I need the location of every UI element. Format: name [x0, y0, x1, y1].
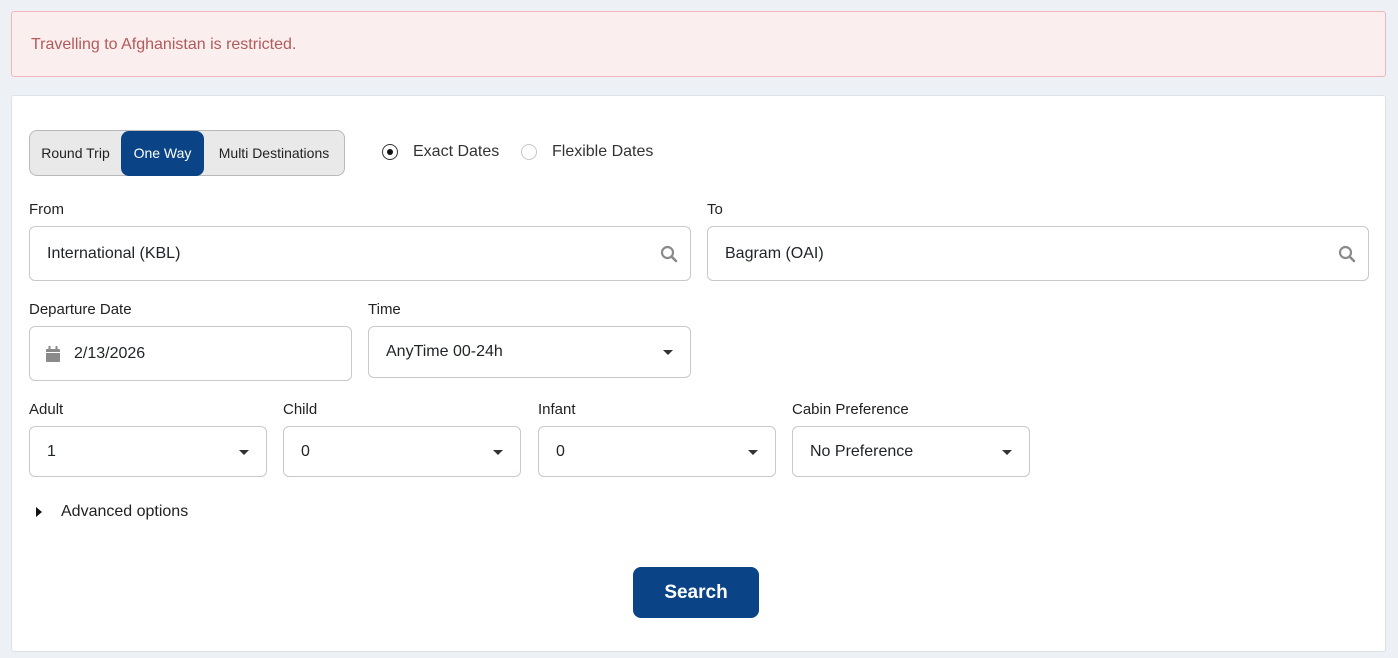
child-value: 0: [301, 442, 310, 460]
departure-date-field[interactable]: 2/13/2026: [29, 326, 352, 381]
to-value: Bagram (OAI): [725, 244, 824, 262]
departure-date-label: Departure Date: [29, 301, 132, 318]
one-way-option[interactable]: One Way: [121, 130, 204, 176]
chevron-down-icon: [239, 449, 249, 455]
search-button[interactable]: Search: [633, 567, 759, 618]
advanced-options-label: Advanced options: [61, 503, 189, 520]
adult-select[interactable]: 1: [29, 426, 267, 477]
calendar-icon: [46, 346, 60, 362]
round-trip-option[interactable]: Round Trip: [30, 131, 121, 175]
from-value: International (KBL): [47, 244, 181, 262]
from-label: From: [29, 201, 64, 218]
to-label: To: [707, 201, 723, 218]
multi-destinations-option[interactable]: Multi Destinations: [204, 131, 344, 175]
cabin-preference-value: No Preference: [810, 442, 914, 460]
child-select[interactable]: 0: [283, 426, 521, 477]
adult-label: Adult: [29, 401, 64, 418]
restriction-alert: Travelling to Afghanistan is restricted.: [11, 11, 1386, 77]
cabin-preference-select[interactable]: No Preference: [792, 426, 1030, 477]
chevron-down-icon: [748, 449, 758, 455]
infant-label: Infant: [538, 401, 576, 418]
exact-dates-radio-dot[interactable]: [382, 144, 398, 160]
child-label: Child: [283, 401, 318, 418]
advanced-options-toggle[interactable]: Advanced options: [33, 503, 188, 521]
alert-message: Travelling to Afghanistan is restricted.: [31, 36, 297, 53]
caret-right-icon: [36, 507, 42, 517]
chevron-down-icon: [663, 350, 673, 355]
infant-value: 0: [556, 442, 565, 460]
search-icon: [660, 245, 678, 263]
exact-dates-label: Exact Dates: [413, 143, 500, 160]
adult-value: 1: [47, 442, 56, 460]
exact-dates-radio[interactable]: Exact Dates: [382, 143, 499, 161]
trip-type-toggle: Round Trip One Way Multi Destinations: [29, 130, 345, 176]
time-value: AnyTime 00-24h: [386, 343, 503, 360]
flight-search-form: Round Trip One Way Multi Destinations Ex…: [11, 95, 1386, 652]
flexible-dates-radio[interactable]: Flexible Dates: [521, 143, 653, 161]
cabin-preference-label: Cabin Preference: [792, 401, 909, 418]
from-field[interactable]: International (KBL): [29, 226, 691, 281]
chevron-down-icon: [1002, 449, 1012, 455]
search-icon: [1338, 245, 1356, 263]
infant-select[interactable]: 0: [538, 426, 776, 477]
flexible-dates-radio-dot[interactable]: [521, 144, 537, 160]
flexible-dates-label: Flexible Dates: [552, 143, 654, 160]
time-select[interactable]: AnyTime 00-24h: [368, 326, 691, 378]
chevron-down-icon: [493, 449, 503, 455]
to-field[interactable]: Bagram (OAI): [707, 226, 1369, 281]
time-label: Time: [368, 301, 401, 318]
